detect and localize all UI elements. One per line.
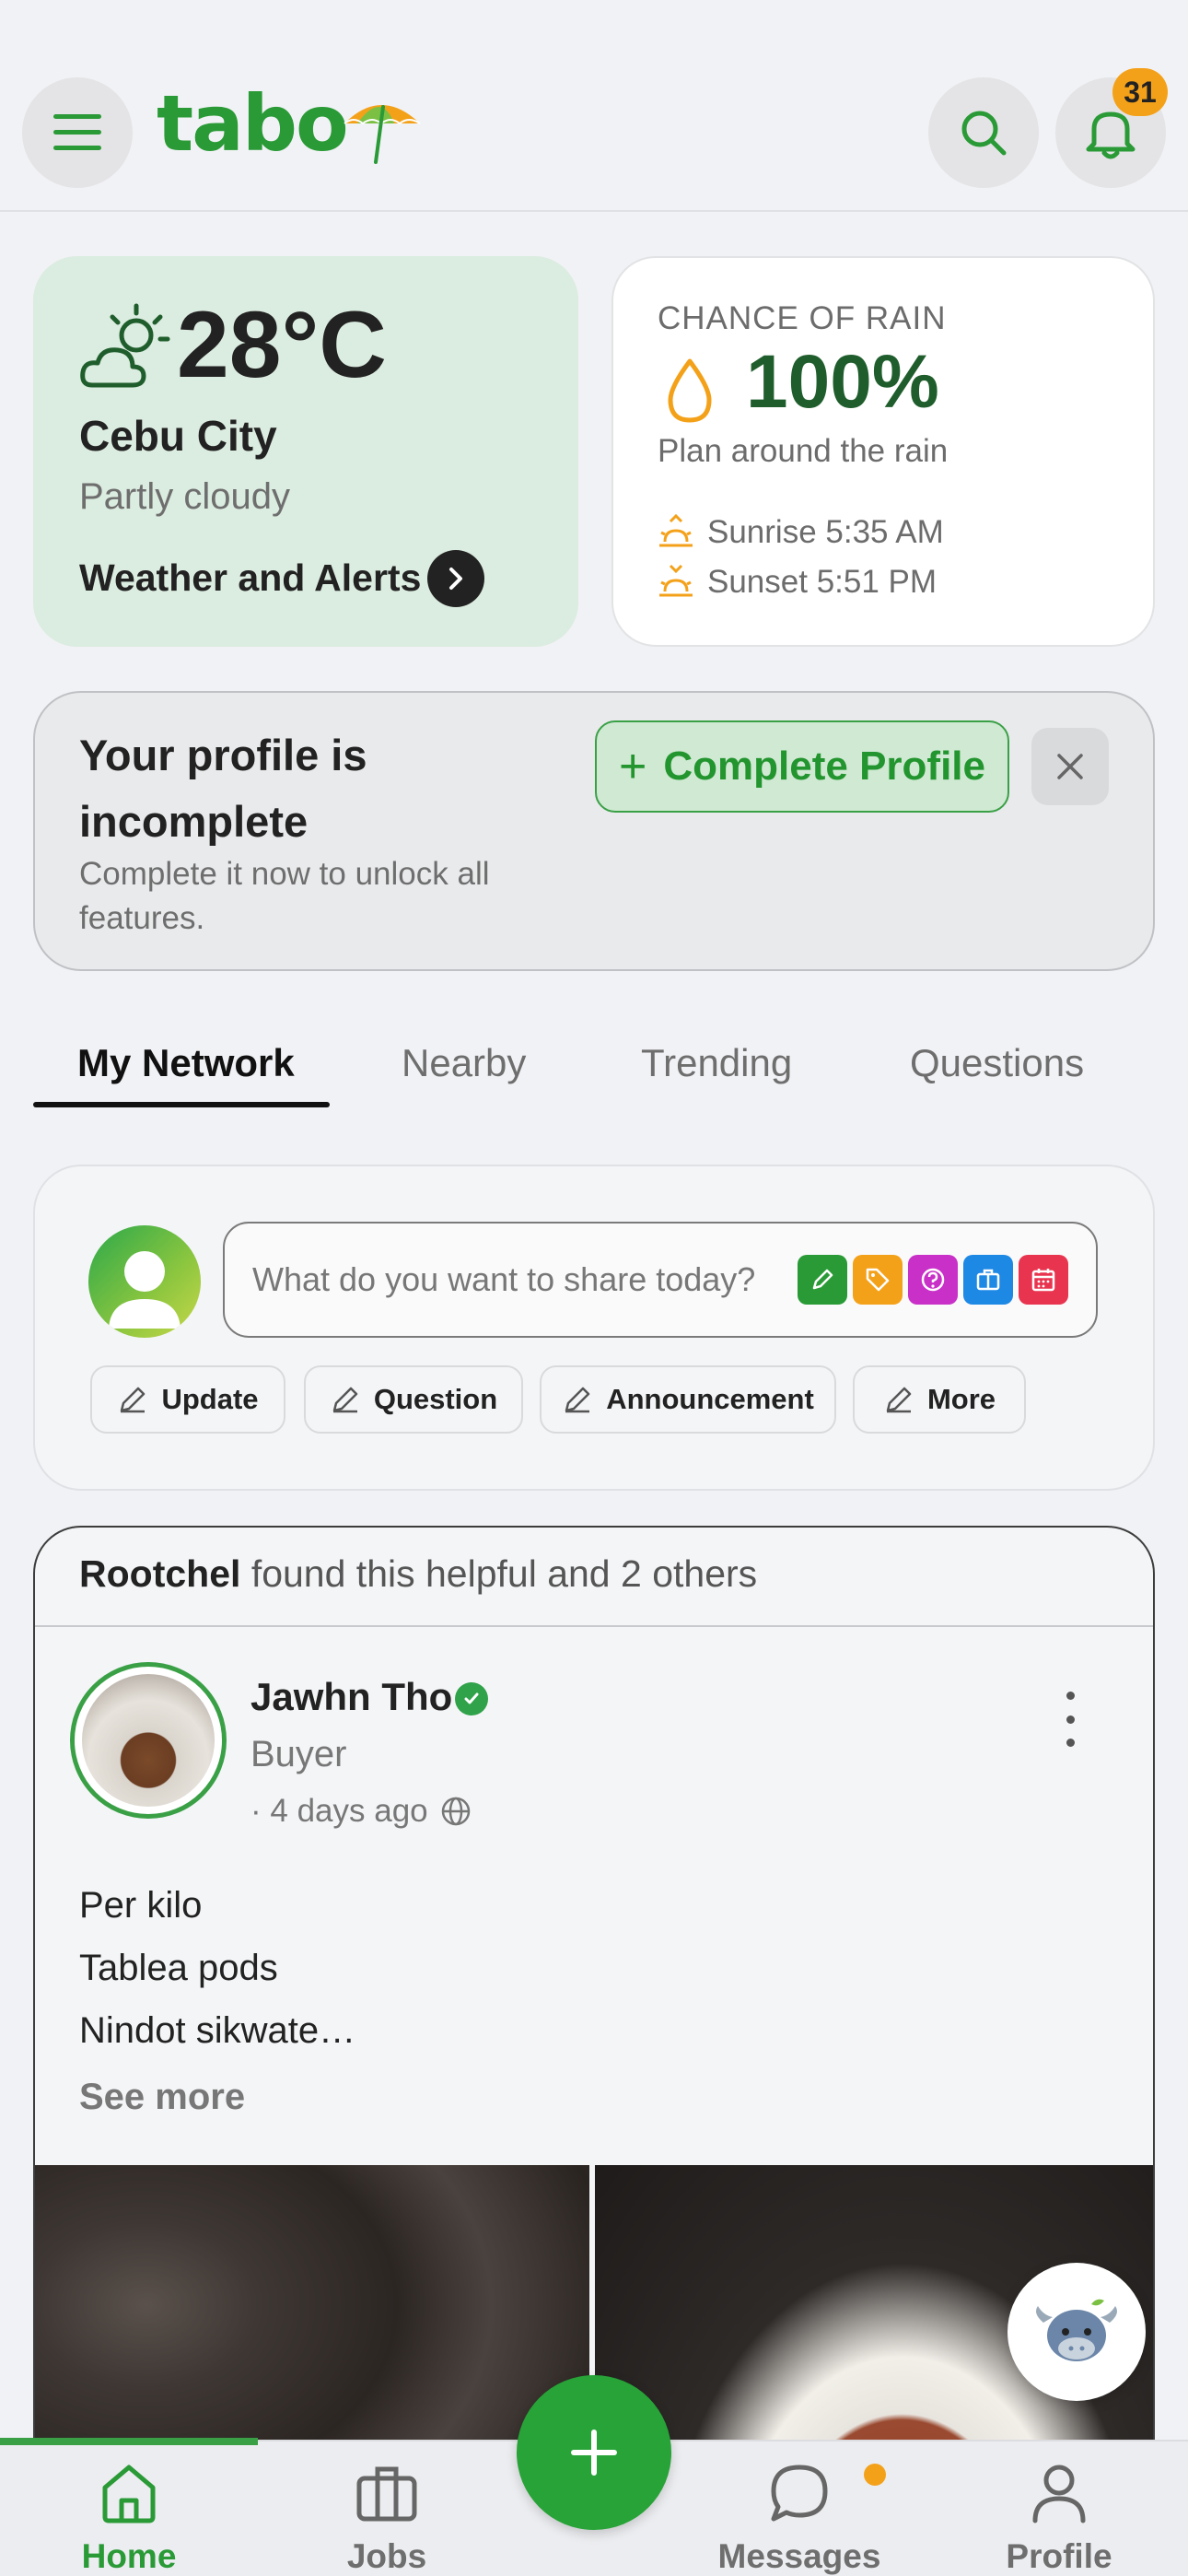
complete-profile-label: Complete Profile <box>663 744 985 789</box>
complete-profile-button[interactable]: + Complete Profile <box>595 720 1009 813</box>
briefcase-icon <box>356 2466 417 2522</box>
app-logo: tabo <box>157 78 349 169</box>
nav-messages-label: Messages <box>717 2537 881 2575</box>
search-icon <box>961 111 1007 156</box>
unread-indicator <box>864 2464 886 2486</box>
sunset-time: Sunset 5:51 PM <box>707 564 938 600</box>
close-icon <box>1057 754 1083 779</box>
dismiss-banner-button[interactable] <box>1031 728 1109 805</box>
nav-messages[interactable]: Messages <box>707 2447 891 2576</box>
divider <box>35 1625 1153 1627</box>
author-role: Buyer <box>250 1734 347 1774</box>
share-input-placeholder: What do you want to share today? <box>252 1260 756 1298</box>
pencil-icon <box>565 1387 590 1413</box>
sunset-icon <box>659 564 693 597</box>
nav-home-label: Home <box>81 2537 177 2575</box>
update-chip-button[interactable]: Update <box>90 1365 285 1434</box>
question-chip-button[interactable]: Question <box>304 1365 523 1434</box>
pencil-icon <box>812 1269 833 1290</box>
post-timestamp: · 4 days ago <box>250 1793 472 1830</box>
sunrise-time: Sunrise 5:35 AM <box>707 514 944 550</box>
question-icon <box>921 1268 945 1292</box>
nav-profile-label: Profile <box>1006 2537 1112 2575</box>
weather-alerts-link[interactable]: Weather and Alerts <box>79 556 421 600</box>
tab-trending[interactable]: Trending <box>641 1041 792 1085</box>
rain-advice: Plan around the rain <box>658 433 949 469</box>
app-header: tabo 31 <box>0 0 1188 212</box>
raindrop-icon <box>668 358 712 423</box>
author-name[interactable]: Jawhn Tho <box>250 1675 452 1719</box>
pencil-icon <box>121 1387 146 1413</box>
weather-condition: Partly cloudy <box>79 476 290 517</box>
quick-job-button[interactable] <box>963 1255 1013 1305</box>
search-button[interactable] <box>928 77 1039 188</box>
post-text-line: Tablea pods <box>79 1948 278 1988</box>
active-tab-indicator <box>33 1102 330 1107</box>
plus-icon <box>571 2430 617 2476</box>
briefcase-icon <box>976 1269 1000 1291</box>
user-icon <box>1032 2465 1086 2523</box>
more-chip-label: More <box>926 1383 996 1415</box>
umbrella-logo-icon <box>344 105 421 164</box>
see-more-link[interactable]: See more <box>79 2077 245 2118</box>
quick-update-button[interactable] <box>798 1255 847 1305</box>
post-time-text: · 4 days ago <box>250 1793 428 1829</box>
tab-nearby[interactable]: Nearby <box>402 1041 526 1085</box>
city-name: Cebu City <box>79 412 277 460</box>
question-chip-label: Question <box>373 1383 498 1415</box>
tab-questions[interactable]: Questions <box>910 1041 1084 1085</box>
assistant-bot-button[interactable] <box>1007 2263 1146 2401</box>
user-avatar-icon <box>109 1251 181 1329</box>
post-social-context: Rootchel found this helpful and 2 others <box>79 1552 757 1596</box>
quick-question-button[interactable] <box>908 1255 958 1305</box>
rain-chance-value: 100% <box>746 340 939 424</box>
social-context-text: found this helpful and 2 others <box>250 1552 758 1595</box>
update-chip-label: Update <box>161 1383 259 1415</box>
more-chip-button[interactable]: More <box>853 1365 1026 1434</box>
profile-banner-subtitle: Complete it now to unlock all features. <box>79 856 490 936</box>
nav-jobs-label: Jobs <box>346 2537 427 2575</box>
carabao-mascot-icon <box>1036 2299 1117 2361</box>
create-post-fab[interactable] <box>517 2375 671 2530</box>
post-text-line: Per kilo <box>79 1885 203 1926</box>
post-text-line: Nindot sikwate… <box>79 2010 356 2051</box>
plus-icon: + <box>619 740 647 793</box>
social-context-name[interactable]: Rootchel <box>79 1552 240 1595</box>
globe-icon <box>441 1797 470 1826</box>
chevron-right-icon <box>449 568 462 590</box>
calendar-icon <box>1031 1269 1055 1292</box>
announcement-chip-button[interactable]: Announcement <box>540 1365 836 1434</box>
quick-sell-button[interactable] <box>853 1255 903 1305</box>
pencil-icon <box>332 1387 358 1413</box>
verified-badge-icon <box>455 1682 488 1715</box>
menu-button[interactable] <box>22 77 133 188</box>
post-options-button[interactable] <box>1057 1692 1083 1747</box>
home-icon <box>102 2465 156 2523</box>
profile-banner-title: Your profile is incomplete <box>79 731 367 846</box>
nav-profile[interactable]: Profile <box>967 2447 1151 2576</box>
announcement-chip-label: Announcement <box>606 1383 814 1415</box>
sunrise-icon <box>659 514 693 547</box>
nav-jobs[interactable]: Jobs <box>295 2447 479 2576</box>
author-photo <box>82 1674 215 1807</box>
rain-chance-label: CHANCE OF RAIN <box>658 300 947 336</box>
avatar[interactable] <box>88 1225 201 1338</box>
nav-home[interactable]: Home <box>37 2447 221 2576</box>
sunset-row: Sunset 5:51 PM <box>658 564 937 601</box>
quick-event-button[interactable] <box>1019 1255 1068 1305</box>
pencil-icon <box>886 1387 912 1413</box>
sunrise-row: Sunrise 5:35 AM <box>658 514 944 551</box>
tag-icon <box>866 1268 890 1292</box>
notification-badge: 31 <box>1112 68 1168 116</box>
tab-my-network[interactable]: My Network <box>77 1041 295 1085</box>
home-indicator-bar <box>0 2438 258 2445</box>
author-avatar[interactable] <box>70 1662 227 1819</box>
temperature: 28°C <box>177 292 387 397</box>
chat-icon <box>771 2465 828 2522</box>
hamburger-icon <box>53 114 101 150</box>
weather-alerts-arrow-button[interactable] <box>427 550 484 607</box>
partly-cloudy-icon <box>80 303 170 388</box>
